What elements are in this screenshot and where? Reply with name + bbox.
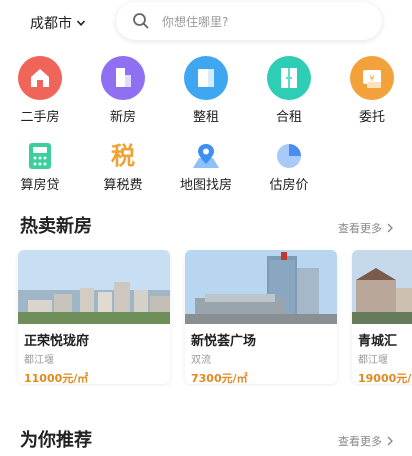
map-pin-icon (191, 142, 221, 170)
search-icon (133, 13, 149, 29)
city-selector[interactable]: 成都市 (30, 13, 86, 33)
more-label: 查看更多 (338, 435, 382, 448)
house-price: 11000元/㎡ (24, 372, 89, 384)
tool-label: 估房价 (269, 178, 309, 193)
house-price: 19000元/㎡ (358, 372, 412, 384)
pie-chart-icon (274, 142, 304, 170)
tax-icon: 税 (108, 142, 138, 170)
house-name: 正荣悦珑府 (24, 334, 90, 349)
door-icon (267, 56, 311, 100)
category-shared-rent[interactable]: 合租 (261, 56, 317, 125)
chevron-right-icon (387, 223, 393, 233)
house-card[interactable]: 新悦荟广场 双流 7300元/㎡ (185, 250, 337, 384)
category-label: 委托 (358, 110, 385, 125)
house-district: 都江堰 (358, 355, 388, 366)
city-label: 成都市 (30, 16, 72, 32)
category-label: 合租 (275, 110, 302, 125)
category-commission[interactable]: ¥ 委托 (344, 56, 400, 125)
house-price: 7300元/㎡ (191, 372, 248, 384)
recommend-more-link[interactable]: 查看更多 (338, 433, 394, 449)
house-card[interactable]: 正荣悦珑府 都江堰 11000元/㎡ (18, 250, 170, 384)
tool-mortgage-calculator[interactable]: 算房贷 (5, 142, 75, 193)
tool-tax-calculator[interactable]: 税 算税费 (88, 142, 158, 193)
more-label: 查看更多 (338, 222, 382, 235)
house-district: 都江堰 (24, 355, 54, 366)
chevron-right-icon (387, 436, 393, 446)
house-photo (352, 250, 412, 324)
category-label: 新房 (109, 110, 136, 125)
top-bar: 成都市 你想住哪里? (0, 0, 412, 44)
tool-label: 地图找房 (179, 178, 232, 193)
tool-price-estimate[interactable]: 估房价 (254, 142, 324, 193)
search-placeholder: 你想住哪里? (162, 14, 229, 29)
chevron-down-icon (76, 20, 86, 26)
svg-text:¥: ¥ (369, 74, 374, 83)
category-label: 整租 (192, 110, 219, 125)
house-card[interactable]: 青城汇 都江堰 19000元/㎡ (352, 250, 412, 384)
house-photo (18, 250, 170, 324)
building-icon (101, 56, 145, 100)
apartment-icon (184, 56, 228, 100)
calculator-icon (25, 142, 55, 170)
house-photo (185, 250, 337, 324)
tool-label: 算房贷 (20, 178, 60, 193)
tax-glyph: 税 (111, 142, 135, 170)
tool-label: 算税费 (103, 178, 143, 193)
category-second-hand[interactable]: 二手房 (12, 56, 68, 125)
tool-map-search[interactable]: 地图找房 (171, 142, 241, 193)
hot-more-link[interactable]: 查看更多 (338, 220, 394, 236)
category-new-house[interactable]: 新房 (95, 56, 151, 125)
category-label: 二手房 (20, 110, 60, 125)
hot-section-title: 热卖新房 (20, 216, 92, 237)
category-grid: 二手房 新房 整租 合租 ¥ 委托 (0, 56, 412, 125)
commission-icon: ¥ (350, 56, 394, 100)
house-name: 新悦荟广场 (191, 334, 257, 349)
hot-cards-carousel[interactable]: 正荣悦珑府 都江堰 11000元/㎡ 新悦荟广场 双流 7300元/㎡ 青城汇 … (0, 250, 412, 386)
house-icon (18, 56, 62, 100)
house-district: 双流 (191, 355, 211, 366)
house-name: 青城汇 (358, 334, 398, 349)
recommend-section-title: 为你推荐 (20, 430, 92, 451)
category-whole-rent[interactable]: 整租 (178, 56, 234, 125)
search-bar[interactable]: 你想住哪里? (116, 2, 382, 40)
tools-row: 算房贷 税 算税费 地图找房 估房价 (0, 142, 412, 194)
